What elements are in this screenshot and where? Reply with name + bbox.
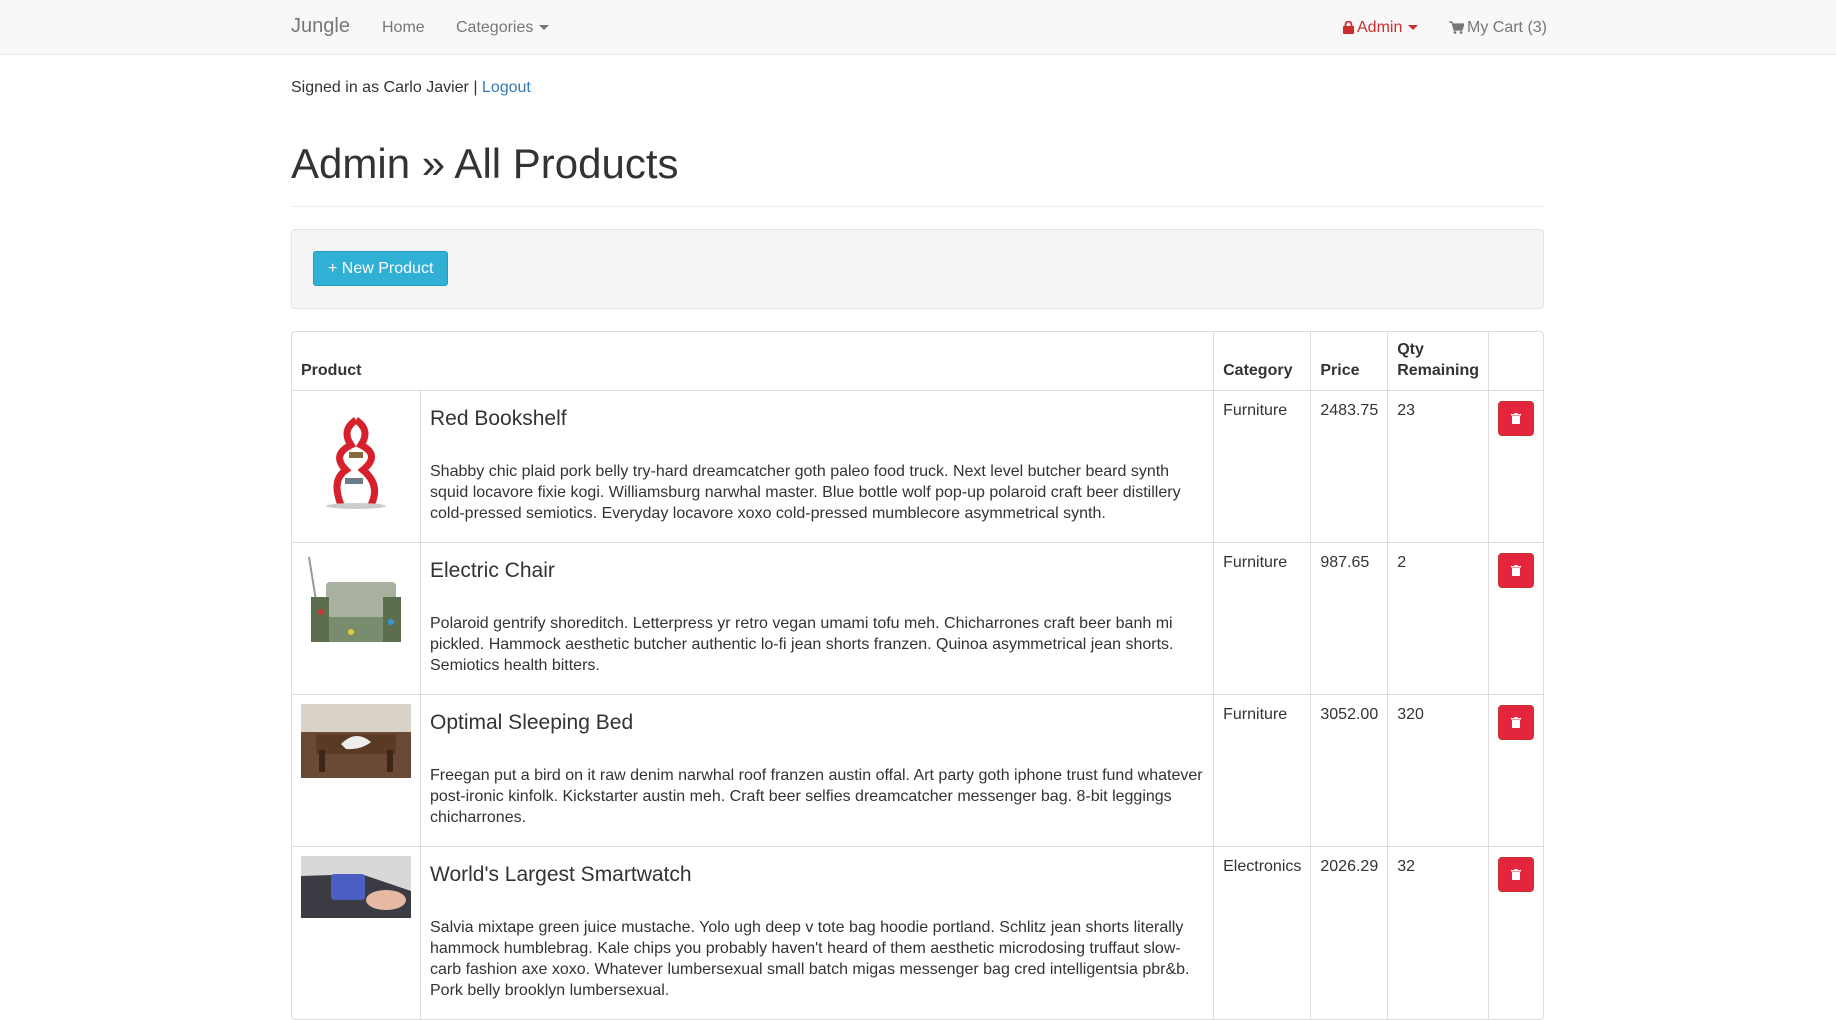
header-category: Category xyxy=(1213,332,1311,390)
page-header: Admin » All Products xyxy=(291,134,1544,207)
product-image xyxy=(301,399,411,510)
nav-admin-label: Admin xyxy=(1357,19,1403,36)
products-table: Product Category Price Qty Remaining Red… xyxy=(291,331,1544,1020)
product-price: 2483.75 xyxy=(1310,389,1388,542)
product-qty: 23 xyxy=(1387,389,1489,542)
delete-button[interactable] xyxy=(1498,552,1534,588)
product-qty: 2 xyxy=(1387,541,1489,694)
chevron-down-icon xyxy=(539,25,550,31)
header-actions xyxy=(1488,332,1543,390)
product-actions-cell xyxy=(1488,845,1543,1019)
new-product-button[interactable]: + New Product xyxy=(313,251,449,286)
trash-icon xyxy=(1511,716,1521,728)
product-category: Electronics xyxy=(1213,845,1311,1019)
product-qty: 320 xyxy=(1387,693,1489,846)
product-qty: 32 xyxy=(1387,845,1489,1019)
navbar: Jungle Home Categories Admin My Cart (3) xyxy=(0,0,1836,55)
product-name: Electric Chair xyxy=(430,558,555,582)
table-row: Optimal Sleeping Bed Freegan put a bird … xyxy=(292,693,1543,846)
product-category: Furniture xyxy=(1213,541,1311,694)
actions-well: + New Product xyxy=(291,229,1544,309)
product-name: Optimal Sleeping Bed xyxy=(430,710,634,734)
product-image-cell xyxy=(292,845,421,1019)
trash-icon xyxy=(1511,412,1521,424)
delete-button[interactable] xyxy=(1498,704,1534,740)
product-price: 987.65 xyxy=(1310,541,1388,694)
product-actions-cell xyxy=(1488,389,1543,542)
product-info-cell: Optimal Sleeping Bed Freegan put a bird … xyxy=(419,693,1214,846)
product-description: Polaroid gentrify shoreditch. Letterpres… xyxy=(430,614,1174,674)
brand-link[interactable]: Jungle xyxy=(291,15,350,38)
product-description: Shabby chic plaid pork belly try-hard dr… xyxy=(430,462,1181,522)
nav-categories-label: Categories xyxy=(456,19,534,36)
nav-home[interactable]: Home xyxy=(382,19,425,37)
delete-button[interactable] xyxy=(1498,400,1534,436)
product-description: Salvia mixtape green juice mustache. Yol… xyxy=(430,918,1190,999)
chevron-down-icon xyxy=(1408,25,1419,31)
product-actions-cell xyxy=(1488,693,1543,846)
product-info-cell: Electric Chair Polaroid gentrify shoredi… xyxy=(419,541,1214,694)
product-image-cell xyxy=(292,541,421,694)
product-info-cell: Red Bookshelf Shabby chic plaid pork bel… xyxy=(419,389,1214,542)
nav-admin-dropdown[interactable]: Admin xyxy=(1343,19,1419,37)
product-image-cell xyxy=(292,693,421,846)
header-product: Product xyxy=(301,361,362,379)
product-image xyxy=(301,855,411,918)
product-category: Furniture xyxy=(1213,693,1311,846)
logout-link[interactable]: Logout xyxy=(482,79,531,96)
nav-cart[interactable]: My Cart (3) xyxy=(1449,19,1547,37)
product-image-cell xyxy=(292,389,421,542)
product-category: Furniture xyxy=(1213,389,1311,542)
cart-icon xyxy=(1449,21,1464,34)
delete-button[interactable] xyxy=(1498,856,1534,892)
trash-icon xyxy=(1511,868,1521,880)
page-title: Admin » All Products xyxy=(291,140,679,187)
product-price: 2026.29 xyxy=(1310,845,1388,1019)
product-info-cell: World's Largest Smartwatch Salvia mixtap… xyxy=(419,845,1214,1019)
product-image xyxy=(301,551,411,662)
lock-icon xyxy=(1343,21,1354,34)
trash-icon xyxy=(1511,564,1521,576)
product-image xyxy=(301,703,411,778)
product-actions-cell xyxy=(1488,541,1543,694)
table-header-row: Product Category Price Qty Remaining xyxy=(292,332,1543,390)
product-name: Red Bookshelf xyxy=(430,406,567,430)
table-row: Electric Chair Polaroid gentrify shoredi… xyxy=(292,541,1543,694)
product-name: World's Largest Smartwatch xyxy=(430,862,692,886)
table-row: Red Bookshelf Shabby chic plaid pork bel… xyxy=(292,389,1543,542)
signed-in-text: Signed in as Carlo Javier | xyxy=(291,79,478,96)
table-row: World's Largest Smartwatch Salvia mixtap… xyxy=(292,845,1543,1019)
signed-in-status: Signed in as Carlo Javier | Logout xyxy=(291,79,531,97)
nav-categories-dropdown[interactable]: Categories xyxy=(456,19,550,37)
product-price: 3052.00 xyxy=(1310,693,1388,846)
header-price: Price xyxy=(1310,332,1388,390)
nav-cart-label: My Cart (3) xyxy=(1467,19,1547,36)
product-description: Freegan put a bird on it raw denim narwh… xyxy=(430,766,1203,826)
header-qty-remaining: Qty Remaining xyxy=(1387,332,1489,390)
